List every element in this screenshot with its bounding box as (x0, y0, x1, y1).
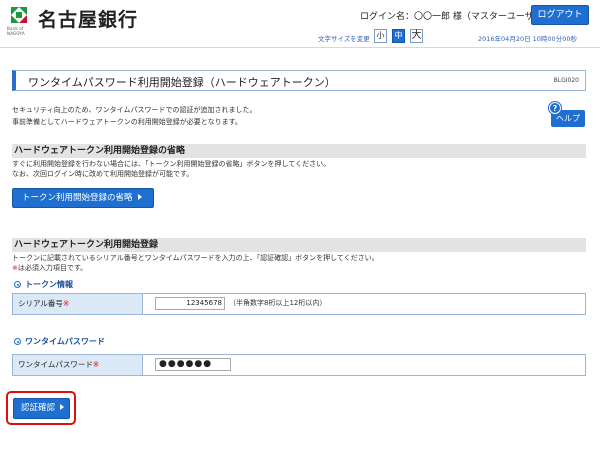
register-section-heading: ハードウェアトークン利用開始登録 (12, 238, 586, 252)
font-size-medium-button[interactable]: 中 (392, 29, 405, 43)
intro-line: 事前準備としてハードウェアトークンの利用開始登録が必要となります。 (12, 118, 242, 126)
otp-label-text: ワンタイムパスワード (18, 360, 93, 369)
otp-row: ワンタイムパスワード※ ●●●●●● (12, 354, 586, 376)
help-icon: ? (549, 102, 561, 114)
serial-number-input[interactable]: 12345678 (155, 297, 225, 310)
token-info-heading: トークン情報 (14, 279, 73, 290)
bullet-icon (14, 281, 21, 288)
arrow-right-icon (137, 193, 142, 200)
serial-number-row: シリアル番号※ 12345678 （半角数字8桁以上12桁以内） (12, 293, 586, 315)
register-desc-line: トークンに記載されているシリアル番号とワンタイムパスワードを入力の上、「認証確認… (12, 254, 379, 262)
screen-id: BLGI020 (553, 77, 579, 84)
intro-line: セキュリティ向上のため、ワンタイムパスワードでの認証が追加されました。 (12, 106, 257, 114)
bank-logo-subtext: Bank of NAGOYA (7, 26, 25, 36)
bank-logo-icon (9, 5, 29, 25)
otp-input[interactable]: ●●●●●● (155, 358, 231, 371)
help-area[interactable]: ヘルプ ? (549, 102, 585, 128)
token-info-heading-text: トークン情報 (25, 280, 73, 289)
bank-name: 名古屋銀行 (38, 9, 139, 31)
login-name: ログイン名：〇〇一郎 様（マスターユーザー） (360, 12, 552, 22)
otp-heading: ワンタイムパスワード (14, 336, 105, 347)
page-title: ワンタイムパスワード利用開始登録（ハードウェアトークン） (28, 76, 336, 89)
required-note: ※は必須入力項目です。 (12, 263, 379, 273)
otp-label: ワンタイムパスワード※ (13, 355, 143, 375)
header: Bank of NAGOYA 名古屋銀行 ログイン名：〇〇一郎 様（マスターユー… (0, 0, 600, 48)
current-datetime: 2016年04月20日 10時00分00秒 (478, 35, 577, 43)
required-mark: ※ (62, 299, 70, 308)
serial-number-label: シリアル番号※ (13, 294, 143, 314)
logout-button[interactable]: ログアウト (531, 5, 589, 25)
bullet-icon (14, 338, 21, 345)
arrow-right-icon (60, 403, 65, 410)
skip-section-description: すぐに利用開始登録を行わない場合には、「トークン利用開始登録の省略」ボタンを押し… (12, 159, 330, 179)
font-size-label: 文字サイズを変更 (318, 35, 370, 43)
required-mark: ※ (92, 360, 100, 369)
skip-section-heading: ハードウェアトークン利用開始登録の省略 (12, 144, 586, 158)
confirm-auth-button[interactable]: 認証確認 (13, 398, 70, 419)
skip-token-registration-button[interactable]: トークン利用開始登録の省略 (12, 188, 154, 208)
font-size-small-button[interactable]: 小 (374, 29, 387, 43)
register-section-description: トークンに記載されているシリアル番号とワンタイムパスワードを入力の上、「認証確認… (12, 253, 379, 273)
confirm-button-label: 認証確認 (21, 403, 56, 413)
serial-label-text: シリアル番号 (18, 299, 63, 308)
serial-number-hint: （半角数字8桁以上12桁以内） (229, 299, 327, 307)
skip-desc-line: なお、次回ログイン時に改めて利用開始登録が可能です。 (12, 170, 194, 178)
required-note-text: は必須入力項目です。 (17, 264, 88, 272)
skip-button-label: トークン利用開始登録の省略 (22, 193, 133, 203)
otp-heading-text: ワンタイムパスワード (25, 337, 105, 346)
page-title-bar: ワンタイムパスワード利用開始登録（ハードウェアトークン） BLGI020 (12, 70, 586, 91)
skip-desc-line: すぐに利用開始登録を行わない場合には、「トークン利用開始登録の省略」ボタンを押し… (12, 160, 331, 168)
font-size-large-button[interactable]: 大 (410, 29, 423, 43)
intro-text: セキュリティ向上のため、ワンタイムパスワードでの認証が追加されました。 事前準備… (12, 104, 256, 128)
